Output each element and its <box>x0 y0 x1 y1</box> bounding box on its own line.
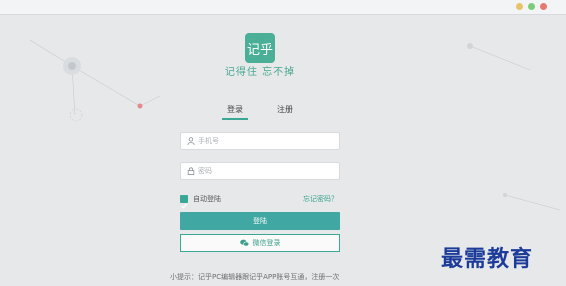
phone-placeholder: 手机号 <box>198 137 219 145</box>
login-button[interactable]: 登陆 <box>180 212 340 230</box>
wechat-icon <box>239 239 249 247</box>
forgot-password-link[interactable]: 忘记密码？ <box>303 194 338 204</box>
tab-register[interactable]: 注册 <box>277 104 293 115</box>
lock-icon <box>187 167 195 175</box>
wechat-button-label: 微信登录 <box>252 239 281 247</box>
remember-label: 自动登陆 <box>193 195 221 203</box>
password-input[interactable]: 密码 <box>180 162 340 180</box>
active-tab-indicator <box>222 118 248 120</box>
login-button-label: 登陆 <box>253 217 267 225</box>
wechat-login-button[interactable]: 微信登录 <box>180 234 340 252</box>
bottom-tip: 小提示：记乎PC编辑器跟记乎APP账号互通，注册一次 <box>170 273 340 281</box>
remember-checkbox[interactable] <box>180 195 188 209</box>
app-logo: 记乎 <box>245 33 275 63</box>
check-icon <box>181 203 187 209</box>
user-icon <box>187 137 195 145</box>
phone-input[interactable]: 手机号 <box>180 132 340 150</box>
app-slogan: 记得住 忘不掉 <box>224 67 296 78</box>
watermark-text: 最需教育 <box>441 246 534 272</box>
logo-text: 记乎 <box>246 42 273 58</box>
tab-login[interactable]: 登录 <box>227 104 243 115</box>
password-placeholder: 密码 <box>198 167 212 175</box>
